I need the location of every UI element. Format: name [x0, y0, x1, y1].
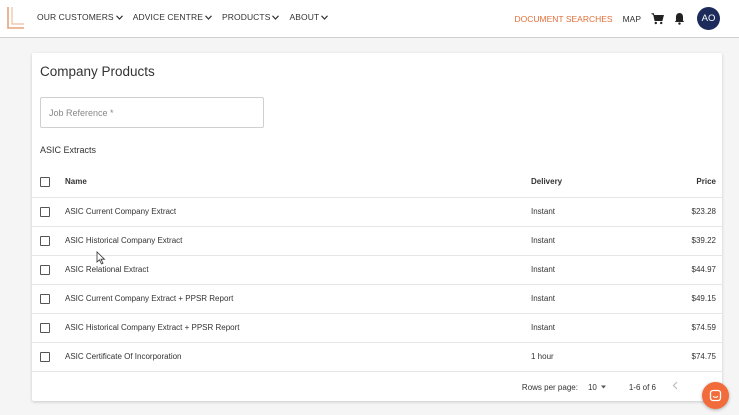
row-checkbox[interactable]	[40, 322, 50, 333]
caret-down-icon	[600, 385, 606, 389]
cart-icon[interactable]	[649, 11, 665, 27]
right-navigation: DOCUMENT SEARCHES MAP AO	[515, 7, 720, 30]
product-delivery: Instant	[531, 197, 651, 227]
product-price: $44.97	[651, 255, 722, 285]
table-row[interactable]: ASIC Historical Company Extract + PPSR R…	[32, 313, 722, 343]
row-checkbox-cell	[32, 226, 65, 256]
nav-about-label: ABOUT	[289, 12, 320, 22]
product-delivery: Instant	[531, 284, 651, 314]
product-delivery: Instant	[531, 226, 651, 256]
row-checkbox[interactable]	[40, 264, 50, 275]
company-products-card: Company Products ASIC Extracts Name Deli…	[32, 53, 722, 401]
table-header-row: Name Delivery Price	[32, 167, 722, 198]
product-name: ASIC Certificate Of Incorporation	[65, 342, 531, 372]
row-checkbox[interactable]	[40, 351, 50, 362]
nav-our-customers[interactable]: OUR CUSTOMERS	[37, 12, 123, 22]
product-name: ASIC Current Company Extract + PPSR Repo…	[65, 284, 531, 314]
rows-per-page-label: Rows per page:	[521, 382, 578, 392]
product-delivery: Instant	[531, 313, 651, 343]
product-name: ASIC Current Company Extract	[65, 197, 531, 227]
product-price: $23.28	[651, 197, 722, 227]
pagination-range: 1-6 of 6	[628, 382, 656, 392]
product-name: ASIC Historical Company Extract	[65, 226, 531, 256]
chevron-down-icon	[272, 14, 280, 20]
row-checkbox[interactable]	[40, 293, 50, 304]
table-row[interactable]: ASIC Historical Company Extract Instant …	[32, 226, 722, 256]
job-reference-input[interactable]	[40, 97, 264, 128]
header-price: Price	[651, 167, 722, 198]
chat-icon	[709, 389, 722, 402]
rows-per-page-select[interactable]: 10	[588, 383, 609, 392]
products-table: Name Delivery Price ASIC Current Company…	[32, 167, 722, 372]
table-row[interactable]: ASIC Relational Extract Instant $44.97	[32, 255, 722, 285]
nav-products-label: PRODUCTS	[221, 12, 271, 22]
chevron-down-icon	[321, 14, 329, 20]
section-title: ASIC Extracts	[40, 145, 97, 155]
product-price: $74.75	[651, 342, 722, 372]
avatar[interactable]: AO	[697, 7, 720, 30]
company-logo[interactable]	[6, 6, 26, 30]
product-delivery: Instant	[531, 255, 651, 285]
row-checkbox[interactable]	[40, 235, 50, 246]
row-checkbox-cell	[32, 197, 65, 227]
page-title: Company Products	[40, 64, 155, 79]
row-checkbox-cell	[32, 284, 65, 314]
table-row[interactable]: ASIC Certificate Of Incorporation 1 hour…	[32, 342, 722, 372]
previous-page-icon[interactable]	[672, 381, 678, 393]
top-navigation-bar: OUR CUSTOMERS ADVICE CENTRE PRODUCTS ABO…	[0, 0, 739, 38]
nav-about[interactable]: ABOUT	[289, 12, 329, 22]
mouse-pointer-icon	[96, 251, 106, 265]
nav-products[interactable]: PRODUCTS	[222, 12, 280, 22]
chat-button[interactable]	[702, 382, 729, 409]
nav-our-customers-label: OUR CUSTOMERS	[37, 12, 114, 22]
product-name: ASIC Relational Extract	[65, 255, 531, 285]
main-menu: OUR CUSTOMERS ADVICE CENTRE PRODUCTS ABO…	[37, 12, 338, 22]
table-row[interactable]: ASIC Current Company Extract + PPSR Repo…	[32, 284, 722, 314]
header-name: Name	[65, 167, 531, 198]
chevron-down-icon	[115, 14, 123, 20]
row-checkbox-cell	[32, 313, 65, 343]
product-delivery: 1 hour	[531, 342, 651, 372]
nav-advice-centre-label: ADVICE CENTRE	[132, 12, 203, 22]
select-all-cell	[32, 167, 65, 198]
row-checkbox[interactable]	[40, 206, 50, 217]
row-checkbox-cell	[32, 255, 65, 285]
product-price: $49.15	[651, 284, 722, 314]
product-price: $74.59	[651, 313, 722, 343]
nav-advice-centre[interactable]: ADVICE CENTRE	[133, 12, 212, 22]
chevron-down-icon	[205, 14, 212, 20]
bell-icon[interactable]	[671, 11, 687, 27]
map-link[interactable]: MAP	[623, 14, 641, 24]
select-all-checkbox[interactable]	[40, 176, 50, 187]
table-pagination: Rows per page: 10 1-6 of 6	[32, 373, 722, 401]
product-price: $39.22	[651, 226, 722, 256]
row-checkbox-cell	[32, 342, 65, 372]
product-name: ASIC Historical Company Extract + PPSR R…	[65, 313, 531, 343]
rows-per-page-value: 10	[587, 382, 597, 392]
document-searches-link[interactable]: DOCUMENT SEARCHES	[515, 14, 613, 24]
header-delivery: Delivery	[531, 167, 651, 198]
table-row[interactable]: ASIC Current Company Extract Instant $23…	[32, 197, 722, 227]
